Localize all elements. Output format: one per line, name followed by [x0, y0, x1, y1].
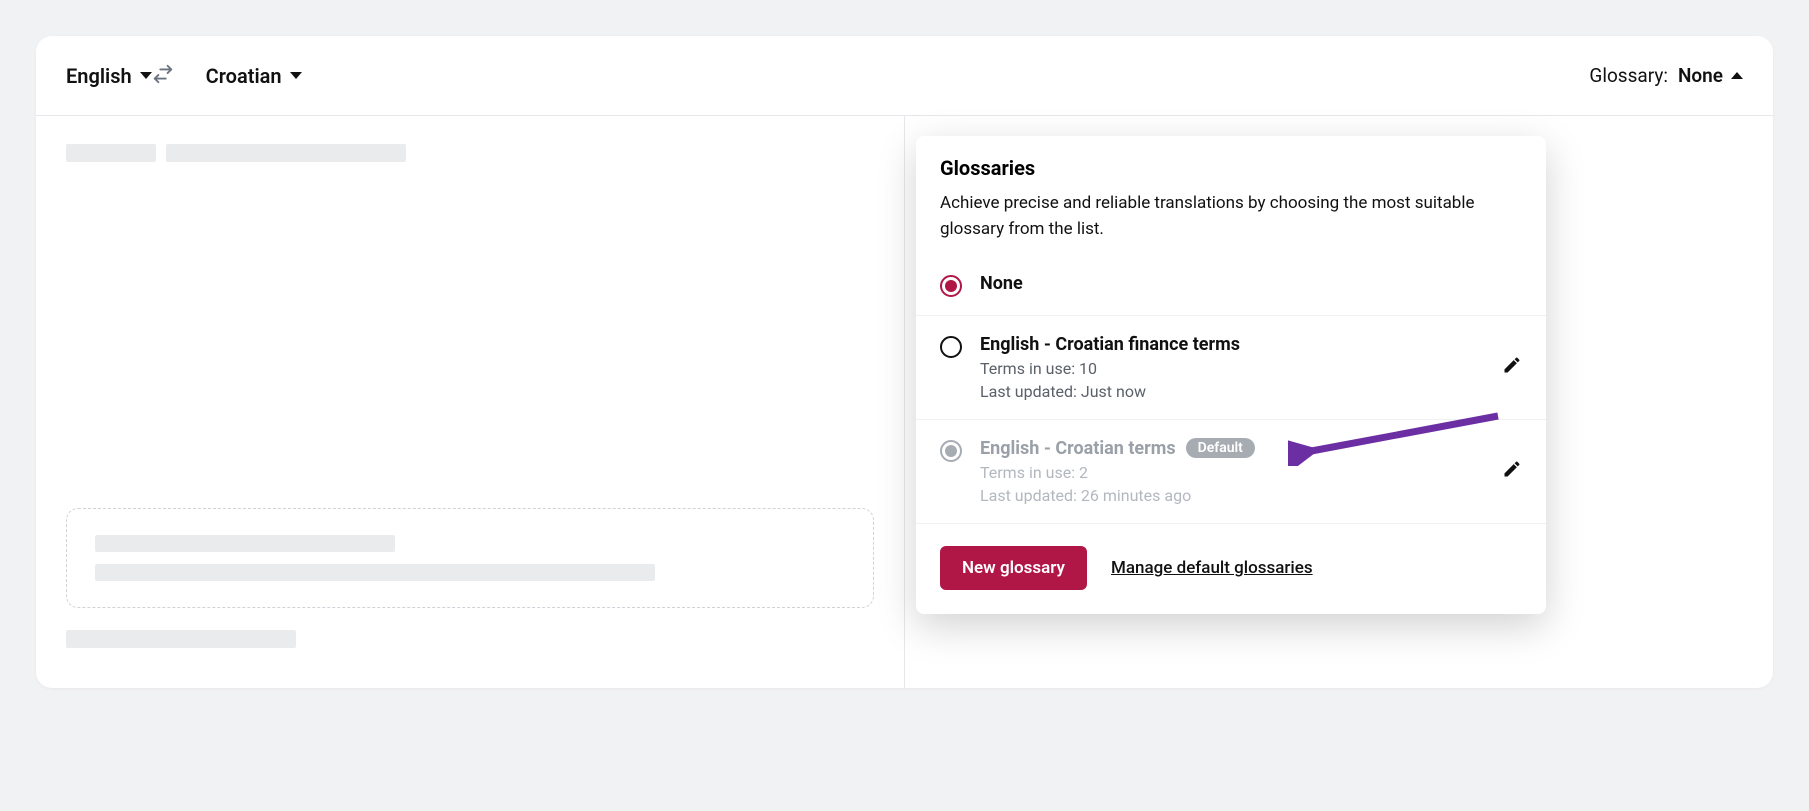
translator-card: English Croatian Glossary: None	[36, 36, 1773, 688]
glossary-selector[interactable]: Glossary: None	[1589, 64, 1743, 87]
skeleton-line	[66, 144, 874, 178]
panel-heading: Glossaries	[940, 156, 1522, 180]
skeleton-line	[95, 535, 395, 552]
panel-actions: New glossary Manage default glossaries	[916, 523, 1546, 590]
manage-glossaries-link[interactable]: Manage default glossaries	[1111, 558, 1313, 578]
option-title: English - Croatian terms Default	[980, 438, 1484, 459]
option-terms: Terms in use: 10	[980, 359, 1484, 378]
swap-languages-button[interactable]	[152, 63, 174, 89]
glossary-option-default[interactable]: English - Croatian terms Default Terms i…	[916, 419, 1546, 523]
default-badge: Default	[1186, 438, 1255, 458]
header-bar: English Croatian Glossary: None	[36, 36, 1773, 116]
glossaries-panel: Glossaries Achieve precise and reliable …	[916, 136, 1546, 614]
source-language-selector[interactable]: English	[66, 64, 152, 88]
caret-down-icon	[140, 72, 152, 79]
edit-glossary-button[interactable]	[1502, 355, 1522, 379]
panel-description: Achieve precise and reliable translation…	[940, 190, 1522, 243]
skeleton-line	[95, 564, 655, 581]
radio-icon[interactable]	[940, 336, 962, 358]
swap-icon	[152, 63, 174, 85]
skeleton-line	[66, 630, 874, 648]
option-updated: Last updated: Just now	[980, 382, 1484, 401]
target-language-label: Croatian	[206, 64, 282, 88]
suggestion-box	[66, 508, 874, 608]
glossary-label: Glossary:	[1589, 64, 1668, 87]
option-title: None	[980, 273, 1522, 294]
option-updated: Last updated: 26 minutes ago	[980, 486, 1484, 505]
radio-disabled-icon[interactable]	[940, 440, 962, 462]
caret-up-icon	[1731, 72, 1743, 79]
caret-down-icon	[290, 72, 302, 79]
glossary-option-finance[interactable]: English - Croatian finance terms Terms i…	[916, 315, 1546, 419]
source-language-label: English	[66, 64, 132, 88]
pencil-icon	[1502, 355, 1522, 375]
target-language-selector[interactable]: Croatian	[206, 64, 302, 88]
edit-glossary-button[interactable]	[1502, 459, 1522, 483]
pencil-icon	[1502, 459, 1522, 479]
option-terms: Terms in use: 2	[980, 463, 1484, 482]
radio-selected-icon[interactable]	[940, 275, 962, 297]
option-title: English - Croatian finance terms	[980, 334, 1484, 355]
source-pane	[36, 116, 905, 688]
header-right: Croatian Glossary: None	[206, 64, 1743, 88]
glossary-value: None	[1678, 64, 1743, 87]
glossary-option-none[interactable]: None	[916, 261, 1546, 315]
new-glossary-button[interactable]: New glossary	[940, 546, 1087, 590]
